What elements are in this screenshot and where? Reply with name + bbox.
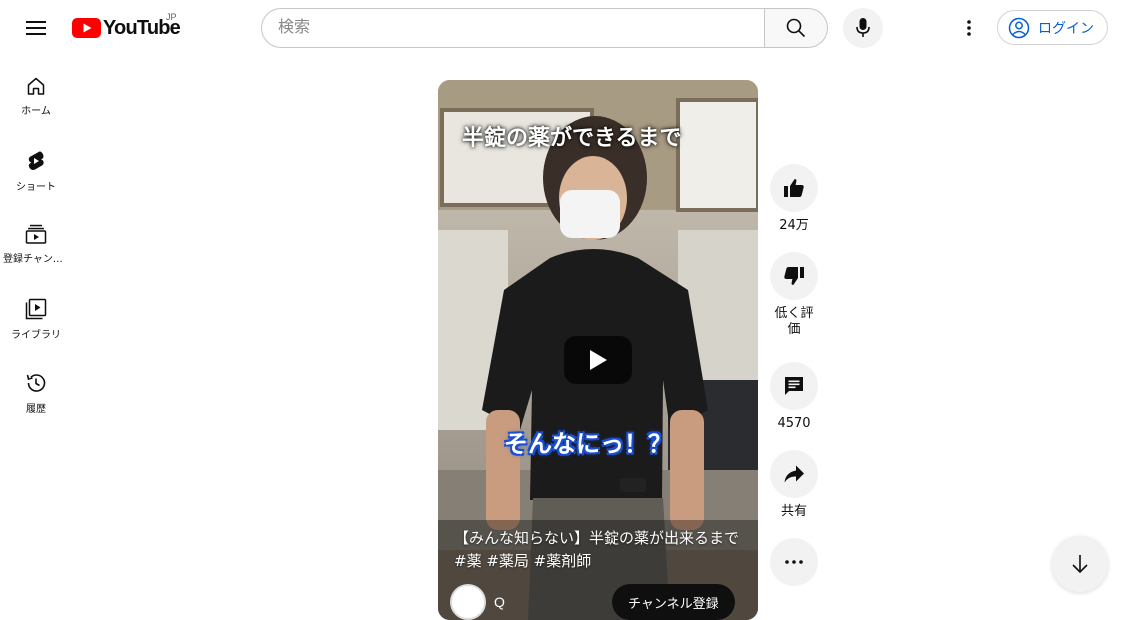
dislike-action: 低く評価	[770, 252, 818, 362]
action-rail: 24万 低く評価 4570 共有	[770, 164, 818, 586]
subscribe-button[interactable]: チャンネル登録	[612, 584, 735, 620]
sidebar-item-subscriptions[interactable]: 登録チャンネル	[0, 204, 72, 278]
play-icon	[590, 350, 607, 370]
video-caption: そんなにっ！？	[504, 430, 672, 458]
sidebar-item-label: ショート	[16, 182, 56, 193]
search-icon	[786, 18, 806, 38]
sidebar-item-label: 履歴	[26, 404, 46, 415]
hamburger-icon	[26, 21, 46, 35]
sidebar-item-label: ライブラリ	[11, 330, 61, 341]
masthead: YouTube JP ログイン	[0, 0, 1124, 56]
region-code: JP	[166, 12, 177, 22]
channel-name[interactable]: Q	[494, 594, 604, 610]
youtube-logo[interactable]: YouTube	[72, 14, 181, 42]
home-icon	[27, 77, 45, 95]
sidebar-item-label: 登録チャンネル	[3, 254, 69, 265]
subscriptions-icon	[25, 224, 47, 244]
mini-guide: ホーム ショート 登録チャンネル ライブラリ 履歴	[0, 56, 72, 426]
share-icon	[784, 465, 804, 483]
sidebar-item-home[interactable]: ホーム	[0, 56, 72, 130]
more-horiz-icon	[785, 560, 803, 564]
search-input[interactable]	[261, 8, 764, 48]
share-label: 共有	[780, 504, 807, 519]
share-action: 共有	[770, 450, 818, 538]
channel-bar: Q チャンネル登録	[450, 584, 735, 620]
thumb-down-icon	[784, 267, 804, 285]
youtube-play-logo-icon	[72, 18, 101, 38]
guide-menu-button[interactable]	[16, 8, 56, 48]
library-icon	[25, 298, 47, 320]
voice-search-button[interactable]	[843, 8, 883, 48]
dislike-button[interactable]	[770, 252, 818, 300]
play-button[interactable]	[564, 336, 632, 384]
search-button[interactable]	[764, 8, 828, 48]
shorts-icon	[28, 151, 44, 171]
shorts-video-player[interactable]: 半錠の薬ができるまで そんなにっ！？ 【みんな知らない】半錠の薬が出来るまで #…	[438, 80, 758, 620]
comment-count: 4570	[777, 416, 811, 431]
channel-avatar[interactable]	[450, 584, 486, 620]
comment-action: 4570	[770, 362, 818, 450]
sidebar-item-history[interactable]: 履歴	[0, 352, 72, 426]
more-vert-icon	[967, 20, 971, 36]
sidebar-item-shorts[interactable]: ショート	[0, 130, 72, 204]
settings-more-button[interactable]	[949, 8, 989, 48]
microphone-icon	[856, 18, 870, 37]
video-title[interactable]: 【みんな知らない】半錠の薬が出来るまで #薬 #薬局 #薬剤師	[454, 527, 758, 573]
sidebar-item-label: ホーム	[21, 106, 51, 117]
like-button[interactable]	[770, 164, 818, 212]
more-action	[770, 538, 818, 586]
next-video-button[interactable]	[1052, 536, 1108, 592]
more-actions-button[interactable]	[770, 538, 818, 586]
arrow-down-icon	[1072, 555, 1088, 574]
dislike-label: 低く評価	[774, 306, 814, 337]
video-overlay-title: 半錠の薬ができるまで	[462, 126, 682, 151]
history-icon	[26, 374, 46, 392]
login-label: ログイン	[1038, 20, 1094, 37]
search-box	[261, 8, 828, 48]
account-circle-icon	[1008, 17, 1030, 38]
comments-button[interactable]	[770, 362, 818, 410]
comment-icon	[785, 377, 803, 395]
share-button[interactable]	[770, 450, 818, 498]
like-action: 24万	[770, 164, 818, 252]
sidebar-item-library[interactable]: ライブラリ	[0, 278, 72, 352]
thumb-up-icon	[784, 179, 804, 197]
like-count: 24万	[779, 218, 809, 233]
login-button[interactable]: ログイン	[997, 10, 1108, 45]
